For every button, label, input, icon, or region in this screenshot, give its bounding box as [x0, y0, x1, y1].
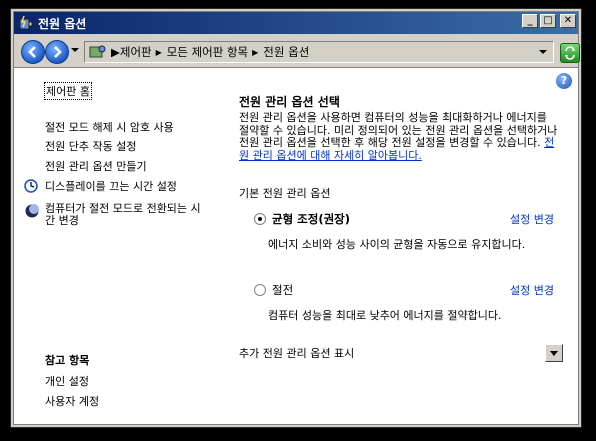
sidebar-link-display-off[interactable]: 디스플레이를 끄는 시간 설정 [24, 178, 177, 194]
plan-balanced: 균형 조정(권장) 설정 변경 에너지 소비와 성능 사이의 균형을 자동으로 … [254, 211, 554, 252]
chevron-right-icon[interactable]: ▶ [252, 48, 258, 57]
main-pane: 전원 관리 옵션 선택 전원 관리 옵션을 사용하면 컴퓨터의 성능을 최대화하… [239, 69, 578, 424]
chevron-right-icon[interactable]: ▶ [156, 48, 162, 57]
back-button[interactable] [21, 40, 45, 64]
plan-description: 컴퓨터 성능을 최대로 낮추어 에너지를 절약합니다. [268, 309, 502, 322]
minimize-button[interactable]: _ [522, 14, 538, 28]
sidebar-link-label: 컴퓨터가 절전 모드로 전환되는 시간 변경 [45, 202, 201, 227]
sidebar-link-password-on-wake[interactable]: 절전 모드 해제 시 암호 사용 [45, 119, 174, 135]
sidebar-link-create-plan[interactable]: 전원 관리 옵션 만들기 [45, 158, 147, 174]
refresh-icon [565, 46, 575, 60]
control-panel-home-link[interactable]: 제어판 홈 [44, 82, 92, 100]
address-box[interactable]: ▶ 제어판 ▶ 모든 제어판 항목 ▶ 전원 옵션 [84, 41, 554, 63]
plan-name[interactable]: 균형 조정(권장) [272, 211, 350, 227]
address-bar-area: ▶ 제어판 ▶ 모든 제어판 항목 ▶ 전원 옵션 [14, 34, 580, 68]
group-divider [336, 192, 559, 194]
content-area: ? 제어판 홈 절전 모드 해제 시 암호 사용 전원 단추 작동 설정 전원 … [14, 69, 578, 424]
power-options-app-icon [19, 15, 33, 30]
change-plan-settings-link[interactable]: 설정 변경 [510, 282, 554, 298]
plan-description: 에너지 소비와 성능 사이의 균형을 자동으로 유지합니다. [268, 238, 526, 251]
sidebar-link-label: 디스플레이를 끄는 시간 설정 [45, 180, 177, 193]
breadcrumb-root-chevron-icon[interactable]: ▶ [111, 45, 120, 59]
show-additional-plans-label: 추가 전원 관리 옵션 표시 [239, 347, 355, 360]
forward-button[interactable] [45, 40, 69, 64]
group-divider [360, 352, 539, 354]
close-button[interactable]: ✕ [560, 14, 576, 28]
moon-icon [25, 204, 39, 218]
page-description: 전원 관리 옵션을 사용하면 컴퓨터의 성능을 최대화하거나 에너지를 절약할 … [239, 111, 559, 162]
window-title: 전원 옵션 [38, 16, 87, 31]
plan-name[interactable]: 절전 [272, 282, 293, 298]
power-options-window: 전원 옵션 _ □ ✕ ▶ 제어판 ▶ 모든 제어판 항목 ▶ 전원 옵션 ? … [10, 8, 582, 428]
sidebar-link-user-accounts[interactable]: 사용자 계정 [45, 393, 99, 409]
description-text: 전원 관리 옵션을 사용하면 컴퓨터의 성능을 최대화하거나 에너지를 절약할 … [239, 111, 558, 149]
task-pane: 제어판 홈 절전 모드 해제 시 암호 사용 전원 단추 작동 설정 전원 관리… [14, 69, 229, 424]
forward-arrow-icon [54, 46, 62, 58]
maximize-button[interactable]: □ [540, 14, 556, 28]
preferred-plans-group: 기본 전원 관리 옵션 [239, 185, 559, 201]
show-additional-plans: 추가 전원 관리 옵션 표시 [239, 344, 563, 362]
breadcrumb-control-panel[interactable]: 제어판 ▶ [120, 44, 167, 60]
breadcrumb-label: 모든 제어판 항목 [166, 45, 249, 59]
address-dropdown-icon[interactable] [539, 50, 547, 54]
back-arrow-icon [28, 46, 36, 58]
breadcrumb-all-items[interactable]: 모든 제어판 항목 ▶ [167, 44, 264, 60]
breadcrumb-power-options[interactable]: 전원 옵션 [263, 44, 309, 60]
expand-additional-plans-button[interactable] [545, 344, 563, 362]
sidebar-link-power-buttons[interactable]: 전원 단추 작동 설정 [45, 138, 136, 154]
recent-pages-dropdown-icon[interactable] [71, 48, 79, 52]
breadcrumb-label: 전원 옵션 [263, 45, 310, 59]
see-also-title: 참고 항목 [45, 354, 90, 367]
clock-icon [24, 179, 38, 193]
group-label: 기본 전원 관리 옵션 [239, 187, 331, 200]
sidebar-link-sleep-time[interactable]: 컴퓨터가 절전 모드로 전환되는 시간 변경 [24, 203, 209, 227]
plan-balanced-radio[interactable] [254, 213, 266, 225]
control-panel-icon [89, 45, 106, 58]
change-plan-settings-link[interactable]: 설정 변경 [510, 211, 554, 227]
plan-power-saver-radio[interactable] [254, 284, 266, 296]
breadcrumb-label: 제어판 [119, 45, 152, 59]
sidebar-link-personalization[interactable]: 개인 설정 [45, 373, 89, 389]
plan-power-saver: 절전 설정 변경 컴퓨터 성능을 최대로 낮추어 에너지를 절약합니다. [254, 282, 554, 323]
page-title: 전원 관리 옵션 선택 [239, 95, 340, 109]
title-bar[interactable]: 전원 옵션 _ □ ✕ [14, 12, 578, 34]
refresh-button[interactable] [560, 43, 580, 63]
